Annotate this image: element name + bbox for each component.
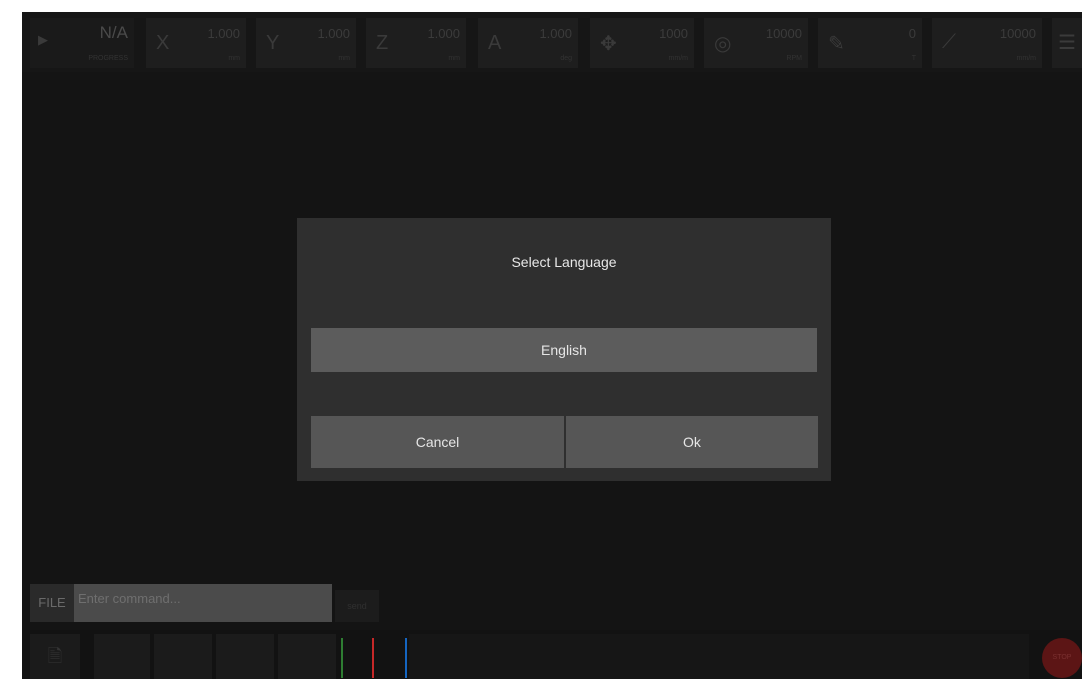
run-state-value: N/A: [99, 23, 128, 42]
tool-cell[interactable]: ✎ 0 T: [818, 18, 922, 68]
axis-y-cell[interactable]: Y 1.000 mm: [256, 18, 356, 68]
axis-z-cell[interactable]: Z 1.000 mm: [366, 18, 466, 68]
bottom-toolbar: 🗎 STOP: [22, 630, 1082, 679]
menu-icon[interactable]: ☰: [1052, 18, 1082, 68]
dialog-title: Select Language: [511, 254, 617, 270]
command-input[interactable]: Enter command...: [74, 584, 332, 622]
send-button[interactable]: send: [335, 590, 379, 622]
axis-x-value: 1.000: [207, 26, 240, 41]
app-screen: ▶ N/A PROGRESS X 1.000 mm Y 1.000 mm Z 1…: [22, 12, 1082, 679]
spindle-icon: ◎: [714, 33, 732, 55]
spindle-cell[interactable]: ◎ 10000 RPM: [704, 18, 808, 68]
spindle-value: 10000: [765, 26, 802, 41]
play-icon: ▶: [38, 32, 48, 47]
green-indicator-line: [341, 638, 343, 678]
axis-y-unit: mm: [338, 55, 350, 62]
axis-a-value: 1.000: [539, 26, 572, 41]
tool-edit-icon: ✎: [828, 33, 845, 55]
file-icon: 🗎: [47, 646, 63, 666]
tool-value: 0: [908, 26, 916, 41]
axis-y-name: Y: [266, 32, 280, 54]
run-state-cell[interactable]: ▶ N/A PROGRESS: [30, 18, 134, 68]
toolbar-button-4[interactable]: [278, 634, 336, 679]
rate-unit: mm/m: [1016, 55, 1036, 62]
ok-button[interactable]: Ok: [566, 416, 818, 468]
cancel-button[interactable]: Cancel: [311, 416, 564, 468]
rate-value: 10000: [999, 26, 1036, 41]
toolbar-button-2[interactable]: [154, 634, 212, 679]
axis-x-name: X: [156, 32, 170, 54]
file-button[interactable]: FILE: [30, 584, 74, 622]
axis-x-cell[interactable]: X 1.000 mm: [146, 18, 246, 68]
status-bar: ▶ N/A PROGRESS X 1.000 mm Y 1.000 mm Z 1…: [22, 12, 1082, 72]
tool-unit: T: [911, 55, 916, 62]
move-arrows-icon: ✥: [600, 33, 617, 55]
diagonal-line-icon: ⟋: [942, 31, 956, 53]
feed-rate-unit: mm/m: [668, 55, 688, 62]
toolbar-button-1[interactable]: [94, 634, 150, 679]
stop-button[interactable]: STOP: [1042, 638, 1082, 678]
file-open-button[interactable]: 🗎: [30, 634, 80, 679]
axis-y-value: 1.000: [317, 26, 350, 41]
rate-cell[interactable]: ⟋ 10000 mm/m: [932, 18, 1042, 68]
blue-indicator-line: [405, 638, 407, 678]
toolbar-button-3[interactable]: [216, 634, 274, 679]
axis-z-name: Z: [376, 32, 389, 54]
axis-x-unit: mm: [228, 55, 240, 62]
axis-z-unit: mm: [448, 55, 460, 62]
spindle-unit: RPM: [786, 55, 802, 62]
feed-rate-cell[interactable]: ✥ 1000 mm/m: [590, 18, 694, 68]
axis-a-unit: deg: [560, 55, 572, 62]
axis-z-value: 1.000: [427, 26, 460, 41]
axis-a-name: A: [488, 32, 502, 54]
language-select[interactable]: English: [311, 328, 817, 372]
feed-rate-value: 1000: [659, 26, 688, 41]
toolbar-scroll-area: [409, 634, 1029, 679]
red-indicator-line: [372, 638, 374, 678]
select-language-dialog: Select Language English Cancel Ok: [297, 218, 831, 481]
run-state-label: PROGRESS: [88, 55, 128, 62]
axis-a-cell[interactable]: A 1.000 deg: [478, 18, 578, 68]
